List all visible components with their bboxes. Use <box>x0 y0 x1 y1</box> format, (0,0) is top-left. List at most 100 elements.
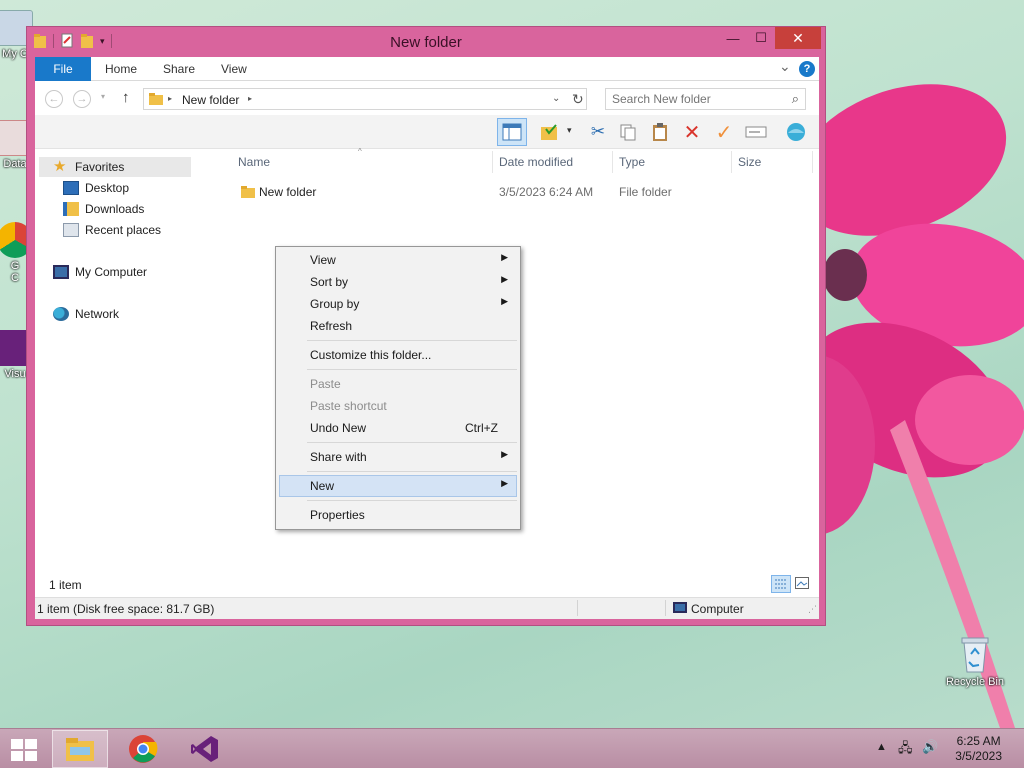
forward-button[interactable]: → <box>73 90 91 108</box>
chevron-down-icon[interactable]: ▾ <box>567 125 572 136</box>
search-input[interactable] <box>612 90 782 108</box>
desktop-icon-label: G <box>10 260 20 272</box>
menu-item-undo-new[interactable]: Undo New Ctrl+Z <box>279 417 517 439</box>
network-tray-icon[interactable]: 🖧 <box>898 739 913 761</box>
rename-check-icon[interactable]: ✓ <box>713 121 735 144</box>
nav-item-network[interactable]: Network <box>53 304 119 324</box>
menu-item-label: Undo New <box>310 421 367 435</box>
menu-item-paste[interactable]: Paste <box>279 373 517 395</box>
window-title: New folder <box>390 34 462 51</box>
nav-item-my-computer[interactable]: My Computer <box>53 262 147 282</box>
tab-view[interactable]: View <box>221 57 247 81</box>
recent-locations-icon[interactable]: ▾ <box>101 92 105 101</box>
menu-item-label: Customize this folder... <box>310 348 432 362</box>
window-controls: — ☐ ✕ <box>719 27 821 49</box>
item-count-bar: 1 item <box>35 571 819 597</box>
column-header-type[interactable]: Type <box>619 155 645 169</box>
large-icons-view-button[interactable] <box>795 577 809 592</box>
clock-time: 6:25 AM <box>956 734 1001 748</box>
menu-item-refresh[interactable]: Refresh <box>279 315 517 337</box>
navigation-pane: ★ Favorites Desktop Downloads Recent pla… <box>35 149 195 571</box>
recent-places-icon <box>63 223 79 237</box>
visual-studio-icon <box>191 736 218 762</box>
title-bar[interactable]: ▾ New folder — ☐ ✕ <box>27 27 825 57</box>
windows-start-button[interactable] <box>10 738 38 762</box>
address-bar[interactable]: ▸ New folder ▸ ⌄ ↻ <box>143 88 587 110</box>
delete-icon[interactable]: ✕ <box>681 121 703 144</box>
submenu-arrow-icon: ▶ <box>501 449 508 459</box>
menu-item-group-by[interactable]: Group by ▶ <box>279 293 517 315</box>
menu-item-sort-by[interactable]: Sort by ▶ <box>279 271 517 293</box>
tab-share[interactable]: Share <box>163 57 195 81</box>
nav-item-favorites[interactable]: ★ Favorites <box>39 157 191 177</box>
back-button[interactable]: ← <box>45 90 63 108</box>
refresh-icon[interactable]: ↻ <box>572 91 584 108</box>
desktop-icon-label: Recycle Bin <box>945 676 1005 688</box>
command-toolbar: ▾ ✂ ✕ ✓ <box>35 115 819 149</box>
menu-item-new[interactable]: New ▶ <box>279 475 517 497</box>
column-header-size[interactable]: Size <box>738 155 761 169</box>
rename-icon[interactable] <box>745 121 767 143</box>
menu-item-label: View <box>310 253 336 267</box>
file-name[interactable]: New folder <box>259 185 316 199</box>
minimize-button[interactable]: — <box>719 27 747 49</box>
nav-item-recent-places[interactable]: Recent places <box>63 220 161 240</box>
nav-item-label: Favorites <box>75 160 125 174</box>
maximize-button[interactable]: ☐ <box>747 27 775 49</box>
globe-icon[interactable] <box>785 121 807 143</box>
menu-item-label: New <box>310 479 335 493</box>
column-divider <box>612 151 613 173</box>
menu-separator <box>307 442 517 443</box>
chrome-icon <box>129 735 158 763</box>
status-divider <box>577 600 578 616</box>
nav-item-label: Recent places <box>85 223 162 237</box>
address-path[interactable]: New folder <box>182 93 239 107</box>
preview-pane-icon[interactable] <box>497 118 527 146</box>
sort-indicator-icon: ^ <box>358 147 362 156</box>
taskbar-visual-studio[interactable] <box>177 730 233 768</box>
taskbar-clock[interactable]: 6:25 AM 3/5/2023 <box>955 734 1002 764</box>
column-header-date-modified[interactable]: Date modified <box>499 155 573 169</box>
up-button[interactable]: ↑ <box>122 89 130 106</box>
menu-separator <box>307 500 517 501</box>
volume-icon[interactable]: 🔊 <box>922 739 938 755</box>
paste-icon[interactable] <box>649 121 671 143</box>
menu-item-customize[interactable]: Customize this folder... <box>279 344 517 366</box>
address-dropdown-icon[interactable]: ⌄ <box>552 93 560 104</box>
file-date: 3/5/2023 6:24 AM <box>499 185 594 199</box>
menu-item-properties[interactable]: Properties <box>279 504 517 526</box>
ribbon-expand-button[interactable]: ⌄ <box>779 58 791 75</box>
menu-item-label: Paste shortcut <box>310 399 387 413</box>
close-button[interactable]: ✕ <box>775 27 821 49</box>
submenu-arrow-icon: ▶ <box>501 274 508 284</box>
nav-item-desktop[interactable]: Desktop <box>63 178 129 198</box>
computer-icon <box>673 602 687 613</box>
tab-home[interactable]: Home <box>105 57 137 81</box>
column-header-name[interactable]: Name <box>238 155 270 169</box>
chevron-right-icon[interactable]: ▸ <box>248 94 252 103</box>
nav-item-label: Desktop <box>85 181 130 195</box>
taskbar-file-explorer[interactable] <box>52 730 108 768</box>
menu-item-share-with[interactable]: Share with ▶ <box>279 446 517 468</box>
nav-item-label: My Computer <box>75 265 148 279</box>
search-box[interactable]: ⌕ <box>605 88 806 110</box>
help-button[interactable]: ? <box>799 61 815 77</box>
taskbar: ▲ 🖧 🔊 6:25 AM 3/5/2023 <box>0 728 1024 768</box>
details-view-button[interactable] <box>771 575 791 593</box>
cut-icon[interactable]: ✂ <box>587 121 609 143</box>
show-hidden-icons-icon[interactable]: ▲ <box>876 741 887 753</box>
large-icons-view-icon <box>795 577 809 589</box>
resize-grip-icon[interactable]: ⋰ <box>808 604 817 615</box>
taskbar-chrome[interactable] <box>115 730 171 768</box>
menu-item-paste-shortcut[interactable]: Paste shortcut <box>279 395 517 417</box>
tab-file[interactable]: File <box>35 57 91 81</box>
desktop-icon-recycle-bin[interactable]: Recycle Bin <box>940 634 1010 688</box>
address-row: ← → ▾ ↑ ▸ New folder ▸ ⌄ ↻ ⌕ <box>35 81 819 115</box>
nav-item-downloads[interactable]: Downloads <box>63 199 144 219</box>
menu-item-view[interactable]: View ▶ <box>279 249 517 271</box>
folder-options-icon[interactable] <box>539 121 561 143</box>
copy-icon[interactable] <box>617 121 639 143</box>
search-icon[interactable]: ⌕ <box>792 91 799 107</box>
menu-item-label: Group by <box>310 297 360 311</box>
menu-item-label: Share with <box>310 450 367 464</box>
